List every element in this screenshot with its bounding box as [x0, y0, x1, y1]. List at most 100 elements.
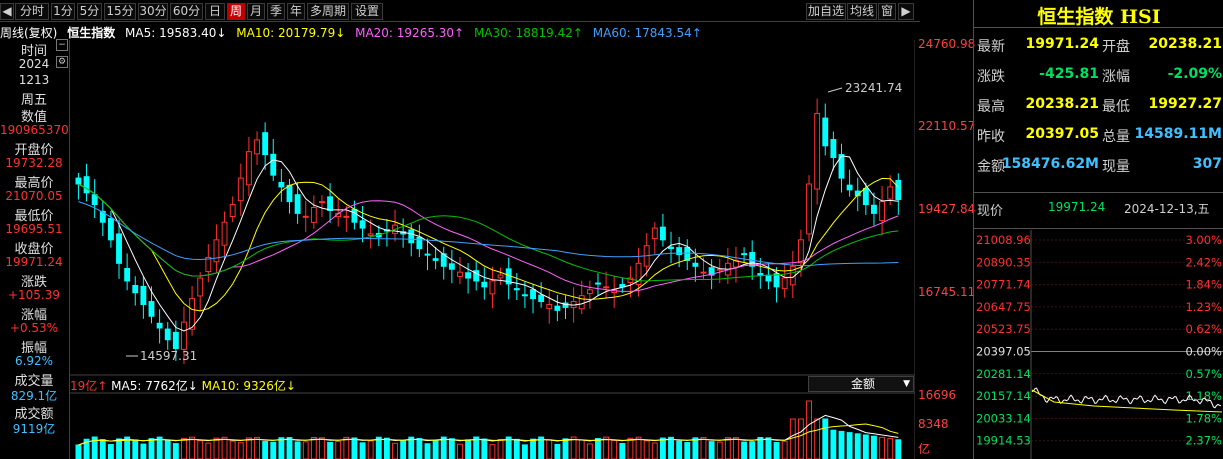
candle [862, 187, 869, 206]
volume-bar [278, 437, 285, 459]
window-button[interactable]: 窗 [878, 3, 896, 20]
candle [651, 227, 658, 240]
candle [895, 179, 902, 201]
candle [781, 277, 788, 290]
volume-bar [603, 436, 610, 459]
volume-bar [668, 436, 674, 459]
period-tab[interactable]: 月 [247, 3, 265, 20]
info-value: 19695.51 [5, 222, 63, 236]
candle [156, 322, 163, 329]
period-tab[interactable]: 设置 [351, 3, 383, 20]
period-tab[interactable]: 多周期 [307, 3, 349, 20]
period-tab[interactable]: 15分 [104, 3, 136, 20]
volume-bar [830, 429, 837, 459]
add-watchlist-button[interactable]: 加自选 [806, 3, 846, 20]
period-tab[interactable]: 季 [267, 3, 285, 20]
quote-panel: 恒生指数 HSI 最新 19971.24 开盘 20238.21 涨跌 -425.81 涨幅… [973, 0, 1223, 459]
volume-bar [213, 437, 220, 459]
candle [554, 305, 561, 311]
candle [83, 176, 90, 194]
quote-key: 最高 [977, 99, 1005, 115]
next-arrow-icon[interactable]: ▶ [898, 3, 914, 20]
period-tab[interactable]: 5分 [77, 3, 102, 20]
intraday-price-label: 19914.53 [976, 434, 1031, 448]
candle [197, 277, 204, 297]
intraday-chart[interactable]: 21008.96 3.00% 20890.35 2.42% 20771.74 1.84% 2… [974, 230, 1223, 459]
ma-settings-button[interactable]: 均线 [847, 3, 877, 20]
quote-value: 14589.11M [1134, 126, 1222, 142]
volume-bar [554, 443, 561, 459]
price-axis-label: 22110.57 [918, 119, 976, 133]
volume-bar [424, 443, 431, 459]
period-tab[interactable]: 60分 [170, 3, 203, 20]
candle [148, 301, 155, 317]
volume-bar [700, 436, 707, 459]
volume-bar [862, 434, 869, 459]
volume-current: 19亿↑ [70, 379, 108, 393]
ma60-label: MA60: 17843.54↑ [592, 26, 702, 40]
candle [538, 294, 545, 303]
period-tab[interactable]: 30分 [138, 3, 168, 20]
period-tab[interactable]: 年 [287, 3, 305, 20]
period-toolbar: ◀ 分时 1分 5分 15分 30分 60分日周月季年多周期 设置 加自选 均线 窗 ▶ [0, 0, 920, 22]
candle [278, 181, 285, 188]
candle [489, 280, 496, 295]
candle [319, 201, 325, 204]
info-value: 9119亿 [12, 422, 56, 436]
intraday-price-label: 20397.05 [976, 345, 1031, 359]
candle [659, 226, 666, 241]
ma5-line [78, 155, 899, 332]
candle [814, 112, 821, 190]
volume-indicator-value: 金额 [851, 377, 876, 391]
volume-bar [814, 418, 821, 459]
quote-value: 158476.62M [1001, 156, 1099, 172]
period-tab[interactable]: 1分 [51, 3, 75, 20]
candle [700, 271, 707, 274]
intraday-pct-label: 2.42% [1185, 255, 1222, 269]
volume-bar [806, 400, 812, 459]
period-tab[interactable]: 分时 [15, 3, 49, 20]
period-tab[interactable]: 日 [205, 3, 225, 20]
volume-bar [489, 444, 496, 459]
quote-value: -425.81 [1039, 66, 1099, 82]
volume-bar [595, 438, 601, 459]
ma20-label: MA20: 19265.30↑ [355, 26, 465, 40]
candle [668, 246, 674, 250]
volume-ma5-line [78, 414, 899, 446]
candle [603, 286, 610, 289]
kline-chart[interactable]: 23241.74 14597.31 [70, 40, 915, 459]
volume-bar [375, 436, 382, 459]
candle [270, 153, 277, 176]
volume-bar [619, 442, 626, 459]
intraday-pct-label: 3.00% [1185, 233, 1222, 247]
volume-bar [676, 440, 683, 459]
info-value: 6.92% [14, 354, 54, 368]
period-tab[interactable]: 周 [227, 3, 245, 20]
info-value: 190965370 [0, 123, 69, 137]
high-annotation: 23241.74 [845, 81, 902, 95]
prev-arrow-icon[interactable]: ◀ [0, 3, 14, 20]
quote-value: 20397.05 [1025, 126, 1099, 142]
candle [684, 246, 691, 261]
candle [448, 263, 455, 270]
candle [172, 331, 179, 350]
candle [75, 177, 82, 185]
candle [416, 236, 423, 250]
quote-key: 最新 [977, 39, 1005, 55]
volume-bar [400, 440, 407, 459]
candle [797, 239, 804, 264]
candle [262, 132, 269, 156]
candle [806, 183, 812, 235]
volume-bar [302, 441, 309, 459]
candle [757, 273, 764, 276]
candle [457, 271, 463, 277]
intraday-pct-label: 0.62% [1185, 322, 1222, 336]
volume-bar [854, 433, 861, 459]
volume-bar [457, 443, 463, 459]
volume-bar [148, 438, 155, 459]
volume-indicator-select[interactable]: 金额 ▼ [808, 376, 914, 392]
volume-bar [164, 439, 171, 459]
volume-bar [197, 440, 204, 459]
candle [221, 221, 228, 246]
candle [586, 289, 593, 295]
